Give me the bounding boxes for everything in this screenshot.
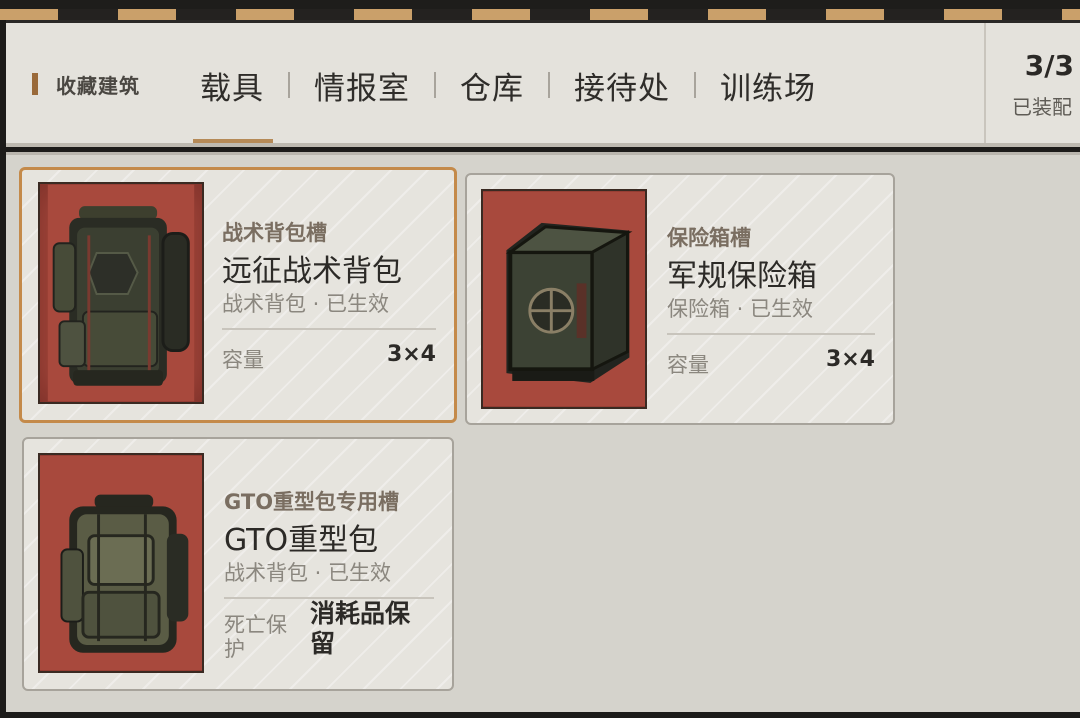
slot-type-label: 保险箱槽 [667,226,751,250]
item-name: 军规保险箱 [667,259,817,294]
item-name: GTO重型包 [224,523,379,558]
tab-vehicle[interactable]: 载具 [188,63,276,108]
slot-card-gto-heavy-backpack[interactable]: GTO重型包专用槽 GTO重型包 战术背包 · 已生效 死亡保护 消耗品保留 [22,437,454,691]
stat-value: 消耗品保留 [310,599,411,658]
section-marker [32,73,38,95]
stat-label: 容量 [222,348,264,372]
slot-type-label: GTO重型包专用槽 [224,490,400,514]
building-tabs: 载具 情报室 仓库 接待处 训练场 [188,63,828,107]
equipped-count: 3/3 [1024,49,1074,82]
bottom-border [0,712,1080,718]
item-status: 战术背包 · 已生效 [224,561,392,585]
stat-divider [222,328,436,330]
stat-divider [667,333,875,335]
top-header: 收藏建筑 载具 情报室 仓库 接待处 训练场 3/3 已装配 [6,20,1080,147]
stat-label: 容量 [667,353,709,377]
slot-card-safe-box[interactable]: 保险箱槽 军规保险箱 保险箱 · 已生效 容量 3×4 [465,173,895,425]
equipped-label: 已装配 [1012,95,1072,119]
capacity-panel: 3/3 已装配 [984,23,1080,147]
tab-divider [288,72,290,98]
slot-card-tactical-backpack[interactable]: 战术背包槽 远征战术背包 战术背包 · 已生效 容量 3×4 [19,167,457,423]
slot-type-label: 战术背包槽 [222,221,327,245]
tab-divider [694,72,696,98]
section-label: 收藏建筑 [56,73,140,98]
tab-training-ground[interactable]: 训练场 [708,63,828,108]
tab-intel-room[interactable]: 情报室 [302,63,422,108]
header-divider [6,143,1080,147]
item-status: 保险箱 · 已生效 [667,297,814,321]
hazard-stripe-border [0,0,1080,20]
slot-grid: 战术背包槽 远征战术背包 战术背包 · 已生效 容量 3×4 保险箱槽 军规保险… [6,152,1080,712]
tab-reception[interactable]: 接待处 [562,63,682,108]
item-name: 远征战术背包 [222,254,402,289]
tab-divider [548,72,550,98]
item-status: 战术背包 · 已生效 [222,292,390,316]
tab-warehouse[interactable]: 仓库 [448,63,536,108]
safe-box-icon [481,189,647,409]
tab-divider [434,72,436,98]
stat-value: 3×4 [825,347,875,372]
heavy-backpack-icon [38,453,204,673]
stat-label: 死亡保护 [224,613,287,661]
stat-value: 3×4 [386,342,436,367]
collection-section: 收藏建筑 [32,71,140,98]
tactical-backpack-icon [38,182,204,404]
